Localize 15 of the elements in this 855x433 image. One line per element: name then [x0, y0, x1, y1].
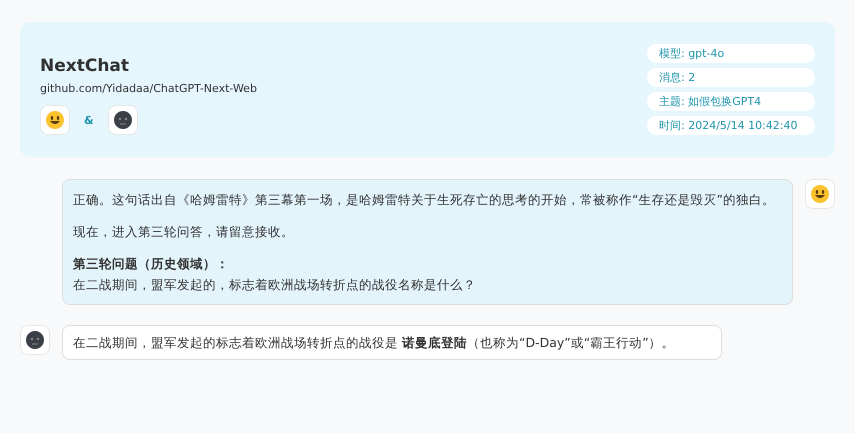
message-text: 在二战期间，盟军发起的，标志着欧洲战场转折点的战役名称是什么？ [73, 276, 477, 294]
smiley-avatar [40, 105, 70, 135]
message-text: 在二战期间，盟军发起的标志着欧洲战场转折点的战役是 诺曼底登陆（也称为“D-Day”或“霸王行动”）。 [73, 334, 676, 352]
ampersand: & [84, 114, 94, 126]
app-title: NextChat [40, 56, 130, 76]
info-pill: 主题: 如假包换GPT4 [647, 92, 815, 111]
dark-face-avatar [108, 105, 138, 135]
message-text: 现在，进入第三轮问答，请留意接收。 [73, 223, 295, 241]
info-pill: 模型: gpt-4o [647, 44, 815, 63]
dark-face-avatar [20, 325, 50, 355]
info-pill: 时间: 2024/5/14 10:42:40 [647, 116, 815, 135]
smiley-avatar [805, 179, 835, 209]
message-text: 正确。这句话出自《哈姆雷特》第三幕第一场，是哈姆雷特关于生死存亡的思考的开始，常被称作“生存还是毁灭”的独白。 [73, 191, 776, 209]
info-pill: 消息: 2 [647, 68, 815, 87]
message-heading: 第三轮问题（历史领域）： [73, 255, 230, 273]
